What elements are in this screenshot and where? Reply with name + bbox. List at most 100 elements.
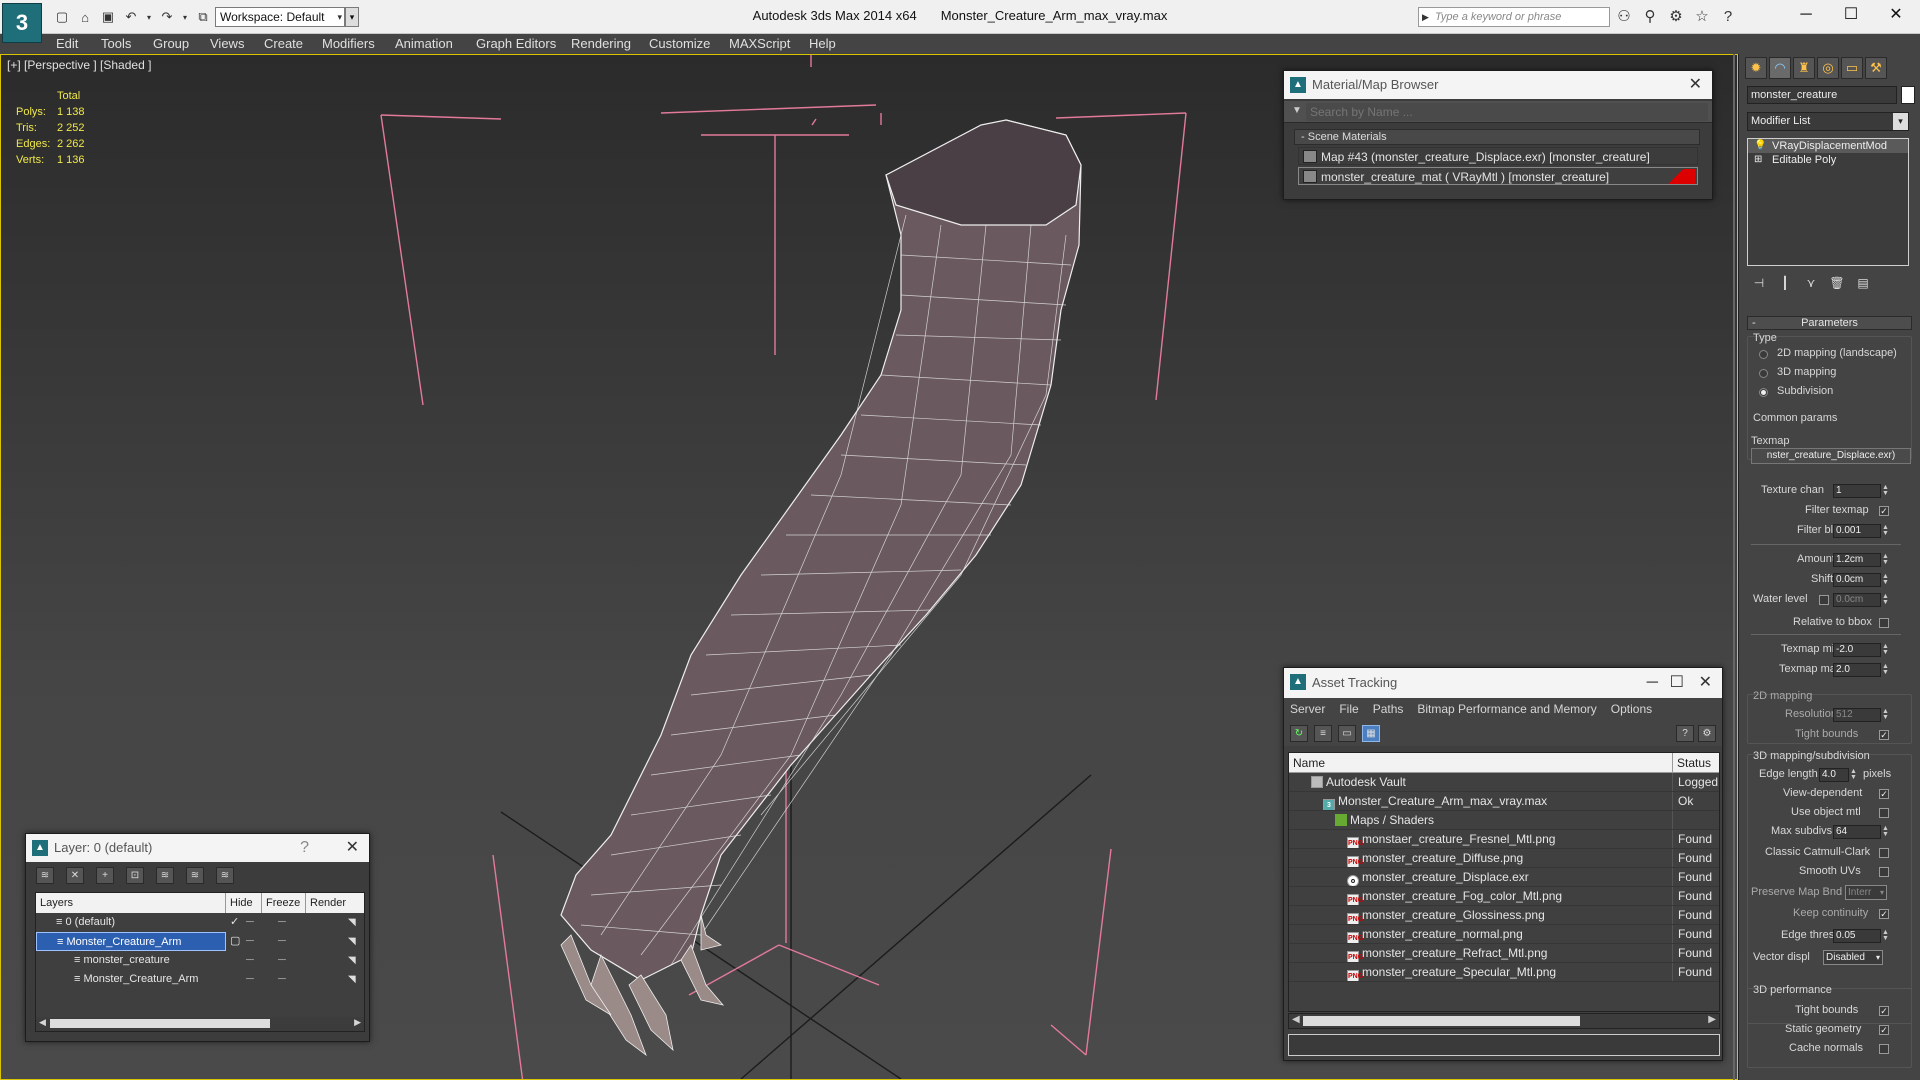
create-tab-icon[interactable]: ✹ [1745, 57, 1767, 79]
help-icon[interactable]: ? [1718, 7, 1738, 27]
scroll-right-icon[interactable]: ▶ [1708, 1014, 1716, 1025]
help-search-input[interactable]: ▶ Type a keyword or phrase [1418, 7, 1610, 27]
hide-toggle-icon[interactable]: ─ [246, 951, 254, 970]
asset-row[interactable]: PNGmonster_creature_Specular_Mtl.png Foun… [1289, 963, 1719, 982]
workspace-options-button[interactable]: ▾ [345, 7, 359, 27]
help-icon[interactable]: ? [300, 834, 309, 862]
menu-arrow-icon[interactable]: ▼ [1292, 105, 1302, 116]
layer-scrollbar[interactable]: ◀ ▶ [36, 1017, 364, 1031]
texmap-max-spinner[interactable]: 2.0 ▲ ▼ [1833, 663, 1889, 677]
view-dependent-checkbox[interactable]: ✓ [1879, 789, 1889, 799]
freeze-toggle-icon[interactable]: ─ [278, 970, 286, 989]
thumbnail-view-icon[interactable]: ▭ [1338, 725, 1356, 742]
menu-bitmap-performance[interactable]: Bitmap Performance and Memory [1417, 698, 1596, 720]
asset-row[interactable]: PNGmonster_creature_normal.png Found [1289, 925, 1719, 944]
modify-tab-icon[interactable]: ◠ [1769, 57, 1791, 79]
amount-spinner[interactable]: 1.2cm ▲ ▼ [1833, 553, 1889, 567]
menu-maxscript[interactable]: MAXScript [729, 36, 790, 51]
use-object-mtl-checkbox[interactable] [1879, 808, 1889, 818]
bulb-icon[interactable]: 💡 [1754, 139, 1766, 153]
configure-sets-icon[interactable]: ▤ [1853, 274, 1873, 292]
asset-row[interactable]: Maps / Shaders [1289, 811, 1719, 830]
tight-bounds-checkbox[interactable]: ✓ [1879, 730, 1889, 740]
relative-bbox-checkbox[interactable] [1879, 618, 1889, 628]
new-file-icon[interactable]: ▢ [52, 7, 72, 27]
object-name-field[interactable]: monster_creature [1747, 86, 1897, 104]
select-objects-icon[interactable]: ⊡ [126, 867, 144, 884]
scene-materials-group[interactable]: - Scene Materials [1294, 129, 1700, 145]
asset-row[interactable]: Autodesk Vault Logged [1289, 773, 1719, 792]
filter-blur-spinner[interactable]: 0.001 ▲ ▼ [1833, 524, 1889, 538]
help-icon[interactable]: ? [1676, 725, 1694, 742]
parameters-rollout[interactable]: - Parameters [1747, 316, 1912, 330]
menu-tools[interactable]: Tools [101, 36, 131, 51]
menu-rendering[interactable]: Rendering [571, 36, 631, 51]
select-layer-icon[interactable]: ≋ [156, 867, 174, 884]
edge-thresh-spinner[interactable]: 0.05 ▲ ▼ [1833, 929, 1889, 943]
delete-layer-icon[interactable]: ✕ [66, 867, 84, 884]
scrollbar-thumb[interactable] [1303, 1016, 1580, 1026]
make-unique-icon[interactable]: ⋎ [1801, 274, 1821, 292]
render-teapot-icon[interactable]: ◥ [348, 951, 356, 970]
static-geometry-checkbox[interactable]: ✓ [1879, 1025, 1889, 1035]
pin-stack-icon[interactable]: ⊣ [1749, 274, 1769, 292]
menu-file[interactable]: File [1339, 698, 1358, 720]
spinner-arrows-icon[interactable]: ▲ ▼ [1882, 663, 1890, 676]
spinner-arrows-icon[interactable]: ▲ ▼ [1882, 929, 1890, 942]
layer-name-cell[interactable]: ≡ Monster_Creature_Arm [36, 932, 226, 951]
spinner-arrows-icon[interactable]: ▲ ▼ [1882, 825, 1890, 838]
render-teapot-icon[interactable]: ◥ [348, 913, 356, 932]
hide-all-icon[interactable]: ≋ [186, 867, 204, 884]
display-tab-icon[interactable]: ▭ [1841, 57, 1863, 79]
scroll-left-icon[interactable]: ◀ [39, 1017, 46, 1028]
favorites-star-icon[interactable]: ☆ [1692, 7, 1712, 27]
col-hide-header[interactable]: Hide [226, 893, 262, 913]
spinner-arrows-icon[interactable]: ▲ ▼ [1882, 553, 1890, 566]
texture-chan-spinner[interactable]: 1 ▲ ▼ [1833, 484, 1889, 498]
expand-icon[interactable]: ⊞ [1754, 153, 1762, 167]
asset-row[interactable]: 3 Monster_Creature_Arm_max_vray.max Ok [1289, 792, 1719, 811]
close-button[interactable]: ✕ [1873, 0, 1919, 30]
maximize-icon[interactable]: ☐ [1670, 668, 1684, 698]
hold-icon[interactable]: ⧉ [193, 7, 213, 27]
modifier-list-dropdown[interactable]: Modifier List ▾ [1747, 112, 1909, 131]
set-active-icon[interactable]: ▢ [230, 932, 240, 951]
menu-help[interactable]: Help [809, 36, 836, 51]
filter-texmap-checkbox[interactable]: ✓ [1879, 506, 1889, 516]
radio-subdivision[interactable] [1759, 388, 1768, 397]
refresh-icon[interactable]: ↻ [1290, 725, 1308, 742]
show-end-result-icon[interactable]: ┃ [1775, 274, 1795, 292]
scrollbar-thumb[interactable] [50, 1019, 270, 1028]
freeze-toggle-icon[interactable]: ─ [278, 913, 286, 932]
asset-row[interactable]: o monster_creature_Displace.exr Found [1289, 868, 1719, 887]
smooth-uvs-checkbox[interactable] [1879, 867, 1889, 877]
menu-animation[interactable]: Animation [395, 36, 453, 51]
spinner-arrows-icon[interactable]: ▲ ▼ [1882, 593, 1890, 606]
shift-spinner[interactable]: 0.0cm ▲ ▼ [1833, 573, 1889, 587]
spinner-arrows-icon[interactable]: ▲ ▼ [1882, 573, 1890, 586]
create-layer-icon[interactable]: ≋ [36, 867, 54, 884]
material-browser-titlebar[interactable]: ▲ Material/Map Browser ✕ [1284, 71, 1712, 99]
menu-views[interactable]: Views [210, 36, 244, 51]
redo-icon[interactable]: ↷ [157, 7, 177, 27]
open-file-icon[interactable]: ⌂ [75, 7, 95, 27]
material-list-item[interactable]: Map #43 (monster_creature_Displace.exr) … [1298, 147, 1698, 165]
object-color-swatch[interactable] [1901, 86, 1915, 104]
col-render-header[interactable]: Render [306, 893, 364, 913]
col-status-header[interactable]: Status [1673, 753, 1711, 772]
menu-options[interactable]: Options [1611, 698, 1652, 720]
cache-normals-checkbox[interactable] [1879, 1044, 1889, 1054]
render-teapot-icon[interactable]: ◥ [348, 970, 356, 989]
menu-create[interactable]: Create [264, 36, 303, 51]
maximize-button[interactable]: ☐ [1828, 0, 1874, 30]
max-subdivs-spinner[interactable]: 64 ▲ ▼ [1833, 825, 1889, 839]
stack-item[interactable]: ⊞ Editable Poly [1748, 153, 1908, 167]
catmull-clark-checkbox[interactable] [1879, 848, 1889, 858]
workspace-dropdown[interactable]: Workspace: Default ▾ [215, 7, 345, 27]
asset-path-field[interactable] [1288, 1034, 1720, 1056]
spinner-arrows-icon[interactable]: ▲ ▼ [1882, 643, 1890, 656]
settings-icon[interactable]: ⚙ [1698, 725, 1716, 742]
hide-toggle-icon[interactable]: ─ [246, 970, 254, 989]
material-search-input[interactable] [1306, 103, 1708, 121]
asset-row[interactable]: PNGmonster_creature_Refract_Mtl.png Found [1289, 944, 1719, 963]
